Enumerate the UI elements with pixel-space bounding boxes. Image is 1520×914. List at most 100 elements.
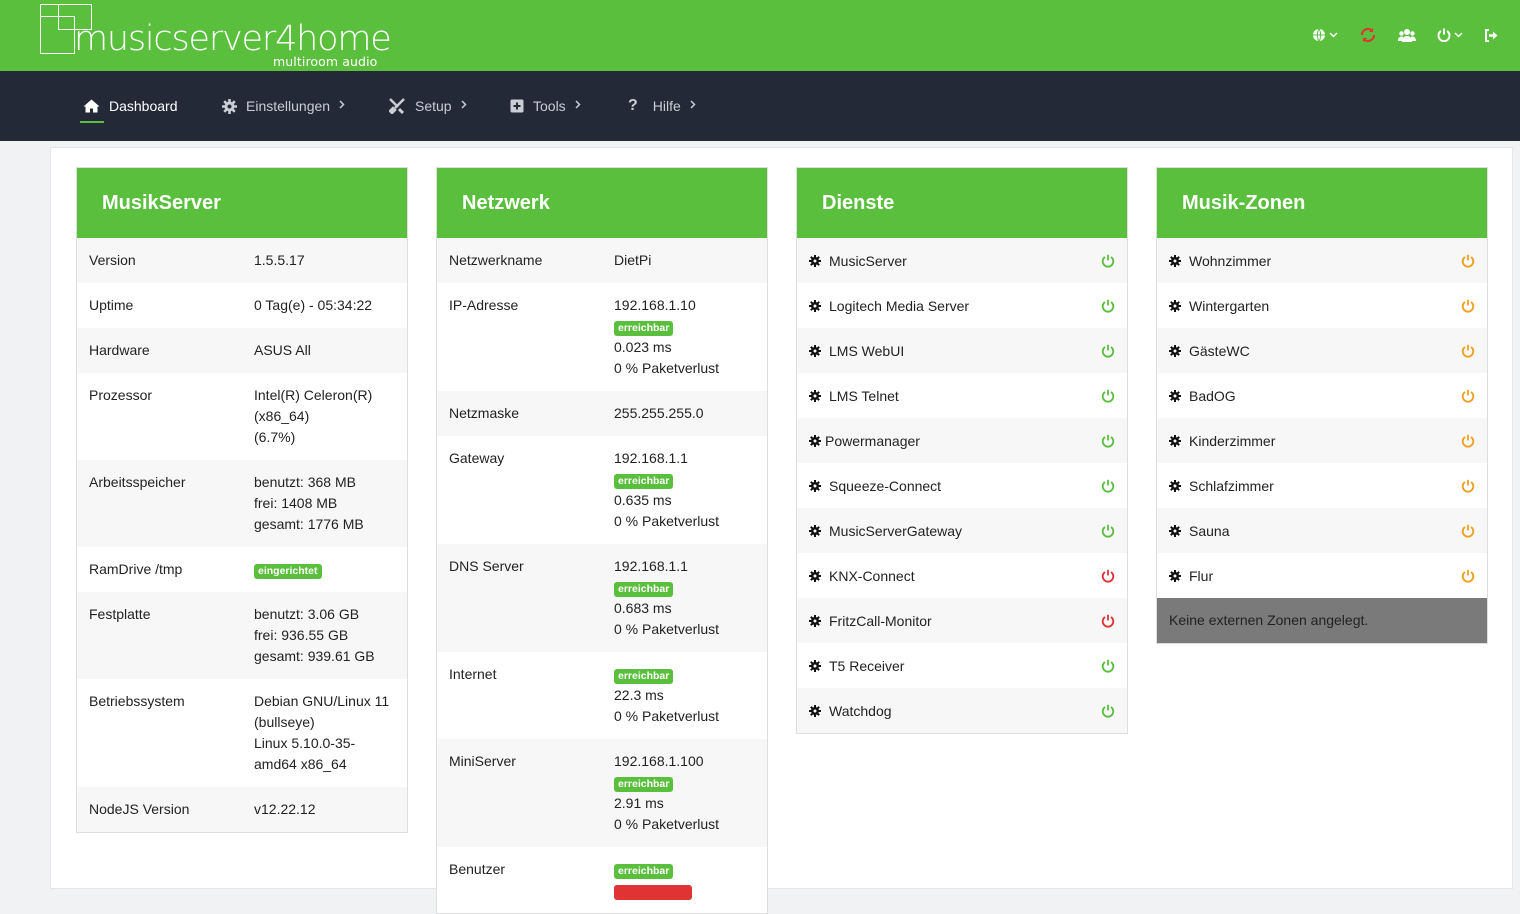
nav-tools[interactable]: Tools xyxy=(510,71,581,141)
gear-icon[interactable] xyxy=(809,434,821,447)
gear-icon[interactable] xyxy=(809,704,821,717)
gear-icon[interactable] xyxy=(809,524,821,537)
gear-icon[interactable] xyxy=(1169,569,1181,582)
gear-icon[interactable] xyxy=(809,389,821,402)
power-status-icon[interactable] xyxy=(1461,434,1475,448)
power-status-icon[interactable] xyxy=(1101,704,1115,718)
gear-icon[interactable] xyxy=(1169,389,1181,402)
service-row[interactable]: Logitech Media Server xyxy=(797,283,1127,328)
power-status-icon[interactable] xyxy=(1101,569,1115,583)
service-row[interactable]: Powermanager xyxy=(797,418,1127,463)
zone-row[interactable]: Schlafzimmer xyxy=(1157,463,1487,508)
gear-icon[interactable] xyxy=(809,299,821,312)
power-status-icon[interactable] xyxy=(1461,254,1475,268)
chevron-right-icon xyxy=(461,100,467,112)
netzwerk-panel: Netzwerk Netzwerkname DietPi IP-Adresse 19… xyxy=(436,167,768,914)
zone-row[interactable]: BadOG xyxy=(1157,373,1487,418)
gear-icon[interactable] xyxy=(1169,524,1181,537)
globe-icon xyxy=(1312,28,1326,42)
gear-icon[interactable] xyxy=(1169,434,1181,447)
zone-row[interactable]: Wintergarten xyxy=(1157,283,1487,328)
nav-dashboard[interactable]: Dashboard xyxy=(83,71,178,141)
power-status-icon[interactable] xyxy=(1101,524,1115,538)
row-value: 0 Tag(e) - 05:34:22 xyxy=(254,297,373,313)
info-row: MiniServer 192.168.1.100 erreichbar 2.91 ms… xyxy=(437,739,767,847)
row-value: (x86_64) xyxy=(254,408,310,424)
gear-icon[interactable] xyxy=(1169,299,1181,312)
power-status-icon[interactable] xyxy=(1461,299,1475,313)
service-row[interactable]: MusicServer xyxy=(797,238,1127,283)
tools-icon xyxy=(389,98,406,114)
row-key: IP-Adresse xyxy=(449,297,519,313)
gear-icon[interactable] xyxy=(809,659,821,672)
gear-icon[interactable] xyxy=(809,569,821,582)
row-value: 22.3 ms xyxy=(614,687,664,703)
musik-zonen-panel: Musik-Zonen Wohnzimmer Wintergarten GästeW… xyxy=(1156,167,1488,644)
info-row: Benutzer erreichbar xxxxxxxxxxxx xyxy=(437,847,767,913)
info-row: Version 1.5.5.17 xyxy=(77,238,407,283)
main-nav: Dashboard Einstellungen Setup Tools ? Hi… xyxy=(0,71,1520,141)
service-label: LMS Telnet xyxy=(829,387,899,404)
service-row[interactable]: FritzCall-Monitor xyxy=(797,598,1127,643)
sync-button[interactable] xyxy=(1359,25,1377,45)
power-status-icon[interactable] xyxy=(1461,569,1475,583)
row-value: DietPi xyxy=(614,252,652,268)
power-status-icon[interactable] xyxy=(1461,344,1475,358)
info-row: IP-Adresse 192.168.1.10 erreichbar 0.023 ms… xyxy=(437,283,767,391)
power-status-icon[interactable] xyxy=(1101,389,1115,403)
service-row[interactable]: LMS WebUI xyxy=(797,328,1127,373)
zone-row[interactable]: GästeWC xyxy=(1157,328,1487,373)
zone-row[interactable]: Wohnzimmer xyxy=(1157,238,1487,283)
row-key: DNS Server xyxy=(449,558,524,574)
zone-row[interactable]: Kinderzimmer xyxy=(1157,418,1487,463)
gear-icon[interactable] xyxy=(809,254,821,267)
zone-row[interactable]: Sauna xyxy=(1157,508,1487,553)
row-value: 0.023 ms xyxy=(614,339,672,355)
zone-label: Wohnzimmer xyxy=(1189,252,1272,269)
row-value: gesamt: 1776 MB xyxy=(254,516,364,532)
gear-icon[interactable] xyxy=(1169,479,1181,492)
power-status-icon[interactable] xyxy=(1101,254,1115,268)
service-row[interactable]: LMS Telnet xyxy=(797,373,1127,418)
nav-setup[interactable]: Setup xyxy=(389,71,467,141)
row-value: benutzt: 368 MB xyxy=(254,474,356,490)
power-menu-button[interactable] xyxy=(1437,25,1463,45)
power-status-icon[interactable] xyxy=(1101,479,1115,493)
gear-icon[interactable] xyxy=(809,344,821,357)
power-status-icon[interactable] xyxy=(1461,389,1475,403)
zone-row[interactable]: Flur xyxy=(1157,553,1487,598)
row-value: 2.91 ms xyxy=(614,795,664,811)
row-value: 192.168.1.1 xyxy=(614,558,688,574)
gear-icon[interactable] xyxy=(1169,254,1181,267)
power-status-icon[interactable] xyxy=(1101,659,1115,673)
gear-icon[interactable] xyxy=(809,479,821,492)
power-status-icon[interactable] xyxy=(1101,344,1115,358)
power-status-icon[interactable] xyxy=(1101,299,1115,313)
power-status-icon[interactable] xyxy=(1101,614,1115,628)
power-status-icon[interactable] xyxy=(1461,524,1475,538)
users-button[interactable] xyxy=(1398,25,1416,45)
gear-icon[interactable] xyxy=(809,614,821,627)
row-value: 0 % Paketverlust xyxy=(614,816,720,832)
language-menu-button[interactable] xyxy=(1312,25,1338,45)
row-value: 0.635 ms xyxy=(614,492,672,508)
status-badge: erreichbar xyxy=(614,777,674,792)
service-row[interactable]: Squeeze-Connect xyxy=(797,463,1127,508)
chevron-right-icon xyxy=(690,100,696,112)
power-status-icon[interactable] xyxy=(1101,434,1115,448)
service-row[interactable]: T5 Receiver xyxy=(797,643,1127,688)
status-badge-red: xxxxxxxxxxxx xyxy=(614,885,693,900)
info-row: Hardware ASUS All xyxy=(77,328,407,373)
info-row: Internet erreichbar 22.3 ms 0 % Paketverlus… xyxy=(437,652,767,739)
service-label: FritzCall-Monitor xyxy=(829,612,932,629)
service-row[interactable]: Watchdog xyxy=(797,688,1127,733)
nav-einstellungen[interactable]: Einstellungen xyxy=(222,71,345,141)
service-label: MusicServerGateway xyxy=(829,522,963,539)
service-row[interactable]: MusicServerGateway xyxy=(797,508,1127,553)
power-status-icon[interactable] xyxy=(1461,479,1475,493)
nav-hilfe[interactable]: ? Hilfe xyxy=(628,71,696,141)
gear-icon[interactable] xyxy=(1169,344,1181,357)
logout-button[interactable] xyxy=(1484,25,1498,45)
service-row[interactable]: KNX-Connect xyxy=(797,553,1127,598)
zone-label: Schlafzimmer xyxy=(1189,477,1274,494)
